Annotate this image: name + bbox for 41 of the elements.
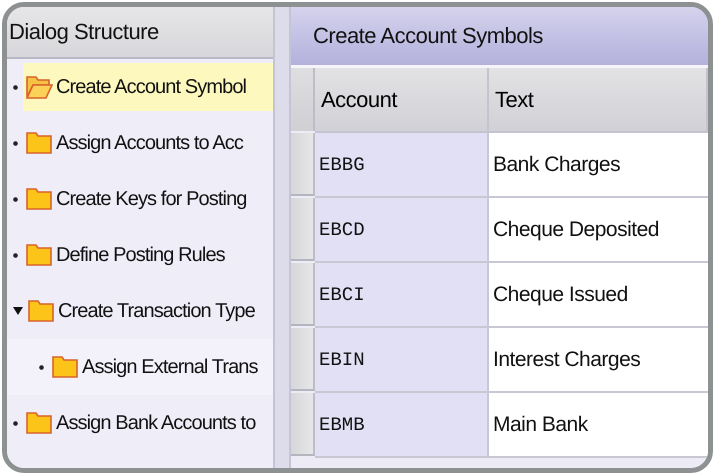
bullet-icon (13, 420, 18, 426)
table-cell: Cheque Issued (489, 263, 708, 328)
table-cell: EBCI (315, 263, 489, 328)
tree-item[interactable]: Assign Bank Accounts to (23, 399, 273, 447)
tree-item[interactable]: Define Posting Rules (23, 231, 273, 279)
bullet-icon (13, 84, 18, 90)
table-cell: Bank Charges (489, 133, 708, 198)
tree-item[interactable]: Create Keys for Posting (23, 175, 273, 223)
collapse-arrow-icon[interactable] (11, 305, 25, 317)
tree-item[interactable]: Assign Accounts to Acc (23, 119, 273, 167)
table-cell: Main Bank (489, 393, 708, 458)
folder-icon (25, 410, 53, 436)
table-cell: Interest Charges (489, 328, 708, 393)
row-selector[interactable] (291, 198, 315, 261)
table-cell: EBMB (315, 393, 489, 458)
pane-splitter[interactable] (273, 7, 291, 468)
table-cell: EBCD (315, 198, 489, 263)
column-header[interactable]: Text (489, 68, 708, 133)
bullet-icon (13, 252, 18, 258)
row-selector[interactable] (291, 393, 315, 456)
folder-icon (25, 242, 53, 268)
panel-title: Create Account Symbols (291, 7, 708, 68)
row-selector[interactable] (291, 133, 315, 196)
row-selector[interactable] (291, 263, 315, 326)
panel-title: Dialog Structure (7, 7, 273, 59)
folder-icon (27, 298, 55, 324)
table-cell: Cheque Deposited (489, 198, 708, 263)
bullet-icon (39, 364, 44, 370)
open-folder-icon (25, 74, 53, 100)
bullet-icon (13, 196, 18, 202)
tree-item[interactable]: Create Account Symbol (23, 63, 273, 111)
table-cell: EBBG (315, 133, 489, 198)
table-cell: EBIN (315, 328, 489, 393)
folder-icon (25, 186, 53, 212)
folder-icon (25, 130, 53, 156)
column-header[interactable]: Account (315, 68, 489, 133)
row-selector[interactable] (291, 328, 315, 391)
bullet-icon (13, 140, 18, 146)
tree-item[interactable]: Create Transaction Type (25, 287, 273, 335)
folder-icon (51, 354, 79, 380)
select-all-button[interactable] (291, 68, 315, 131)
